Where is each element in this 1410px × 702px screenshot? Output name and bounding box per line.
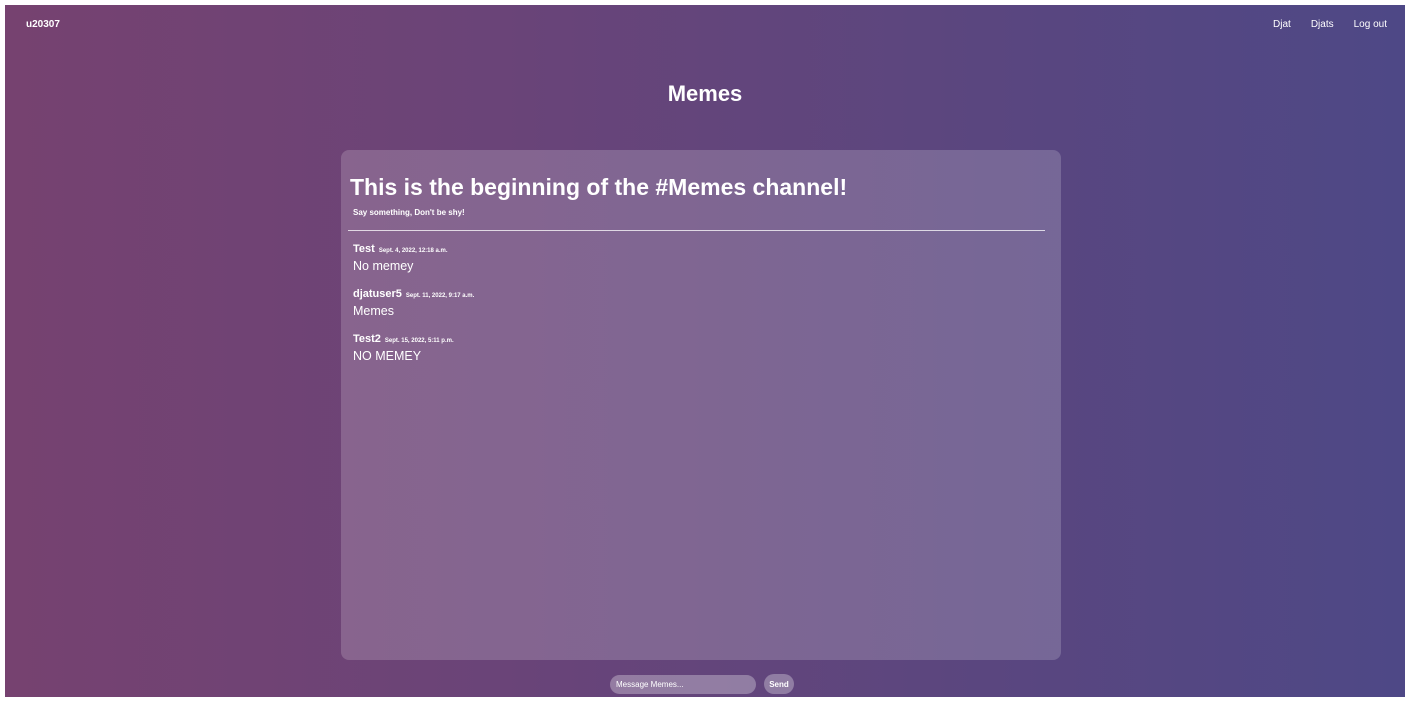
message-text: NO MEMEY [353, 349, 422, 363]
nav-link-logout[interactable]: Log out [1354, 19, 1387, 30]
message-text: No memey [353, 259, 414, 273]
message-timestamp: Sept. 11, 2022, 9:17 a.m. [405, 293, 475, 299]
message-text: Memes [353, 304, 394, 318]
chat-panel: This is the beginning of the #Memes chan… [341, 150, 1061, 660]
nav-link-djat[interactable]: Djat [1273, 19, 1291, 30]
message-timestamp: Sept. 4, 2022, 12:18 a.m. [378, 248, 448, 254]
message-input[interactable] [610, 674, 756, 694]
page-title: Memes [667, 81, 743, 106]
message-author: Test [353, 243, 375, 255]
username-label: u20307 [26, 19, 60, 30]
top-nav: Djat Djats Log out [1273, 19, 1387, 30]
message-list: Test Sept. 4, 2022, 12:18 a.m. No memey … [353, 243, 1043, 378]
channel-subtitle: Say something, Don't be shy! [353, 208, 465, 217]
message-timestamp: Sept. 15, 2022, 5:11 p.m. [384, 338, 454, 344]
channel-heading: This is the beginning of the #Memes chan… [350, 174, 848, 200]
message-item: djatuser5 Sept. 11, 2022, 9:17 a.m. Meme… [353, 288, 1043, 320]
app-background: u20307 Djat Djats Log out Memes This is … [5, 5, 1405, 697]
send-button[interactable]: Send [764, 674, 794, 694]
nav-link-djats[interactable]: Djats [1311, 19, 1334, 30]
divider [348, 230, 1045, 231]
message-author: Test2 [353, 333, 381, 345]
message-item: Test2 Sept. 15, 2022, 5:11 p.m. NO MEMEY [353, 333, 1043, 365]
message-author: djatuser5 [353, 288, 402, 300]
message-composer: Send [610, 674, 794, 694]
message-item: Test Sept. 4, 2022, 12:18 a.m. No memey [353, 243, 1043, 275]
